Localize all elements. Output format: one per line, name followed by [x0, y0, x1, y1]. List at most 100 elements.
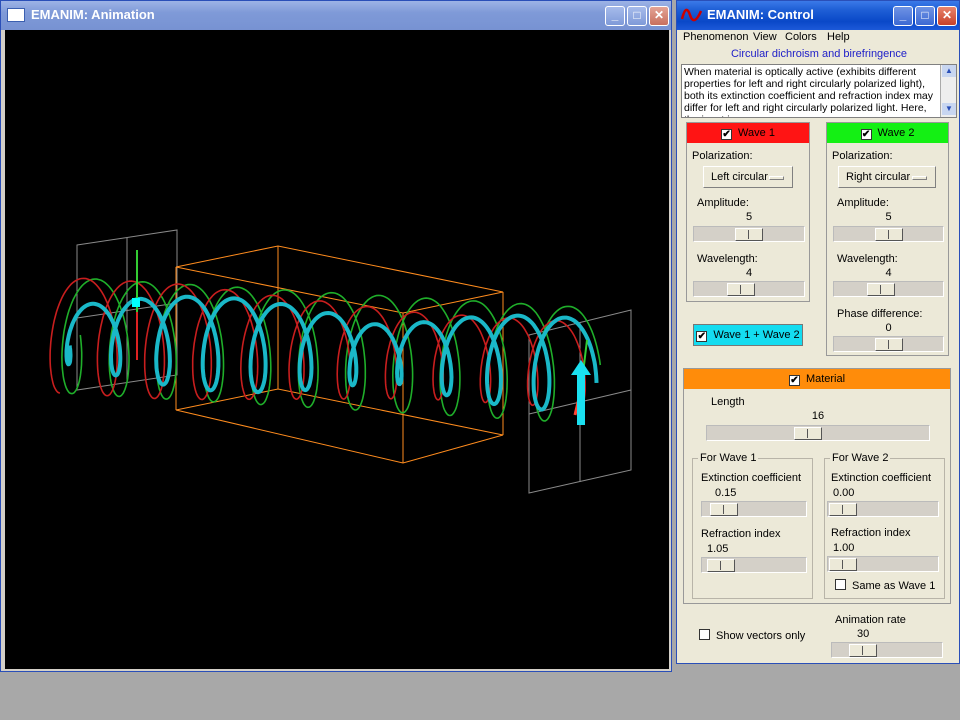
- wave2-polarization-label: Polarization:: [832, 150, 893, 162]
- wave2-amplitude-slider[interactable]: [833, 226, 944, 242]
- maximize-icon[interactable]: □: [915, 6, 935, 26]
- close-icon[interactable]: ✕: [937, 6, 957, 26]
- slider-thumb[interactable]: [829, 503, 857, 516]
- same-as-wave1-checkbox[interactable]: [835, 579, 846, 590]
- show-vectors-label: Show vectors only: [716, 630, 806, 642]
- material-box: [175, 245, 504, 464]
- slider-thumb[interactable]: [735, 228, 763, 241]
- control-window: EMANIM: Control _ □ ✕ Phenomenon View Co…: [676, 0, 960, 664]
- same-as-wave1-option[interactable]: Same as Wave 1: [835, 579, 935, 592]
- animation-canvas[interactable]: [5, 30, 669, 669]
- menu-help[interactable]: Help: [827, 31, 850, 43]
- menu-view[interactable]: View: [753, 31, 777, 43]
- wave1-extinction-value: 0.15: [715, 487, 737, 499]
- wave1-extinction-slider[interactable]: [701, 501, 807, 517]
- for-wave2-group: For Wave 2 Extinction coefficient 0.00 R…: [824, 452, 945, 599]
- wave2-refraction-label: Refraction index: [831, 527, 911, 539]
- same-as-wave1-label: Same as Wave 1: [852, 580, 936, 592]
- control-titlebar[interactable]: EMANIM: Control _ □ ✕: [677, 1, 959, 30]
- wave-logo-icon: [681, 8, 703, 22]
- wave1-label: Wave 1: [738, 127, 775, 139]
- material-header[interactable]: ✔ Material: [684, 369, 950, 389]
- slider-thumb[interactable]: [849, 644, 877, 657]
- slider-thumb[interactable]: [866, 283, 895, 296]
- scroll-up-icon[interactable]: ▲: [942, 65, 956, 77]
- wave1-wavelength-slider[interactable]: [693, 281, 805, 297]
- wave2-amplitude-label: Amplitude:: [837, 197, 889, 209]
- wave1-polarization-label: Polarization:: [692, 150, 753, 162]
- menu-bar: Phenomenon View Colors Help: [681, 30, 957, 46]
- for-wave1-group: For Wave 1 Extinction coefficient 0.15 R…: [692, 452, 813, 599]
- sum-wave-label: Wave 1 + Wave 2: [713, 329, 800, 341]
- material-checkbox[interactable]: ✔: [788, 375, 800, 386]
- wave1-checkbox[interactable]: ✔: [721, 129, 733, 140]
- wave2-wavelength-value: 4: [885, 267, 892, 279]
- app-icon: [7, 8, 25, 22]
- length-value: 16: [811, 410, 825, 422]
- slider-thumb[interactable]: [829, 558, 857, 571]
- show-vectors-checkbox[interactable]: [699, 629, 710, 640]
- wave-scene: [49, 229, 632, 494]
- wave2-extinction-label: Extinction coefficient: [831, 472, 932, 484]
- animation-window: EMANIM: Animation _ □ ✕: [0, 0, 672, 672]
- close-icon[interactable]: ✕: [649, 6, 669, 26]
- menu-colors[interactable]: Colors: [785, 31, 817, 43]
- slider-thumb[interactable]: [874, 228, 903, 241]
- wave2-wavelength-slider[interactable]: [833, 281, 944, 297]
- length-slider[interactable]: [706, 425, 930, 441]
- wave1-panel: ✔ Wave 1 Polarization: Left circular Ampl…: [686, 122, 810, 302]
- wave1-polarization-select[interactable]: Left circular: [703, 166, 793, 188]
- minimize-icon[interactable]: _: [893, 6, 913, 26]
- description-box[interactable]: When material is optically active (exhib…: [681, 64, 957, 118]
- wave1-wavelength-label: Wavelength:: [697, 253, 758, 265]
- wave2-refraction-slider[interactable]: [827, 556, 939, 572]
- wave-trace: [64, 294, 599, 412]
- slider-thumb[interactable]: [794, 427, 823, 440]
- wave1-refraction-slider[interactable]: [701, 557, 807, 573]
- wave2-polarization-select[interactable]: Right circular: [838, 166, 936, 188]
- animation-rate-slider[interactable]: [831, 642, 943, 658]
- wave2-amplitude-value: 5: [885, 211, 892, 223]
- scroll-down-icon[interactable]: ▼: [942, 103, 956, 115]
- for-wave1-title: For Wave 1: [698, 452, 759, 464]
- minimize-icon[interactable]: _: [605, 6, 625, 26]
- sum-wave-checkbox[interactable]: ✔: [696, 331, 708, 342]
- wave2-phase-label: Phase difference:: [837, 308, 923, 320]
- description-text: When material is optically active (exhib…: [684, 66, 934, 117]
- wave2-label: Wave 2: [877, 127, 915, 139]
- wave1-amplitude-label: Amplitude:: [697, 197, 749, 209]
- menu-phenomenon[interactable]: Phenomenon: [683, 31, 748, 43]
- description-scrollbar[interactable]: ▲ ▼: [940, 65, 956, 117]
- slider-thumb[interactable]: [874, 338, 903, 351]
- for-wave2-title: For Wave 2: [830, 452, 891, 464]
- window-title: EMANIM: Control: [707, 7, 814, 22]
- wave1-refraction-label: Refraction index: [701, 528, 781, 540]
- slider-thumb[interactable]: [706, 559, 735, 572]
- wave2-wavelength-label: Wavelength:: [837, 253, 898, 265]
- sum-wave-toggle[interactable]: ✔ Wave 1 + Wave 2: [693, 324, 803, 346]
- wave1-header[interactable]: ✔ Wave 1: [687, 123, 809, 143]
- maximize-icon[interactable]: □: [627, 6, 647, 26]
- material-panel: ✔ Material Length 16 For Wave 1 Extinctio…: [683, 368, 951, 604]
- wave2-phase-value: 0: [885, 322, 892, 334]
- animation-rate-value: 30: [857, 628, 870, 640]
- wave2-polarization-value: Right circular: [846, 171, 911, 183]
- wave1-wavelength-value: 4: [745, 267, 753, 279]
- input-plane: [76, 229, 178, 391]
- wave2-extinction-value: 0.00: [833, 487, 855, 499]
- wave2-header[interactable]: ✔ Wave 2: [827, 123, 948, 143]
- wave2-extinction-slider[interactable]: [827, 501, 939, 517]
- wave2-phase-slider[interactable]: [833, 336, 944, 352]
- animation-titlebar[interactable]: EMANIM: Animation _ □ ✕: [1, 1, 671, 30]
- wave1-amplitude-value: 5: [745, 211, 753, 223]
- show-vectors-option[interactable]: Show vectors only: [699, 629, 805, 642]
- wave1-refraction-value: 1.05: [707, 543, 729, 555]
- window-title: EMANIM: Animation: [31, 7, 155, 22]
- wave1-amplitude-slider[interactable]: [693, 226, 805, 242]
- wave1-extinction-label: Extinction coefficient: [701, 472, 802, 484]
- wave2-checkbox[interactable]: ✔: [860, 129, 872, 140]
- slider-thumb[interactable]: [710, 503, 739, 516]
- slider-thumb[interactable]: [727, 283, 755, 296]
- wave2-refraction-value: 1.00: [833, 542, 855, 554]
- animation-rate-label: Animation rate: [835, 614, 906, 626]
